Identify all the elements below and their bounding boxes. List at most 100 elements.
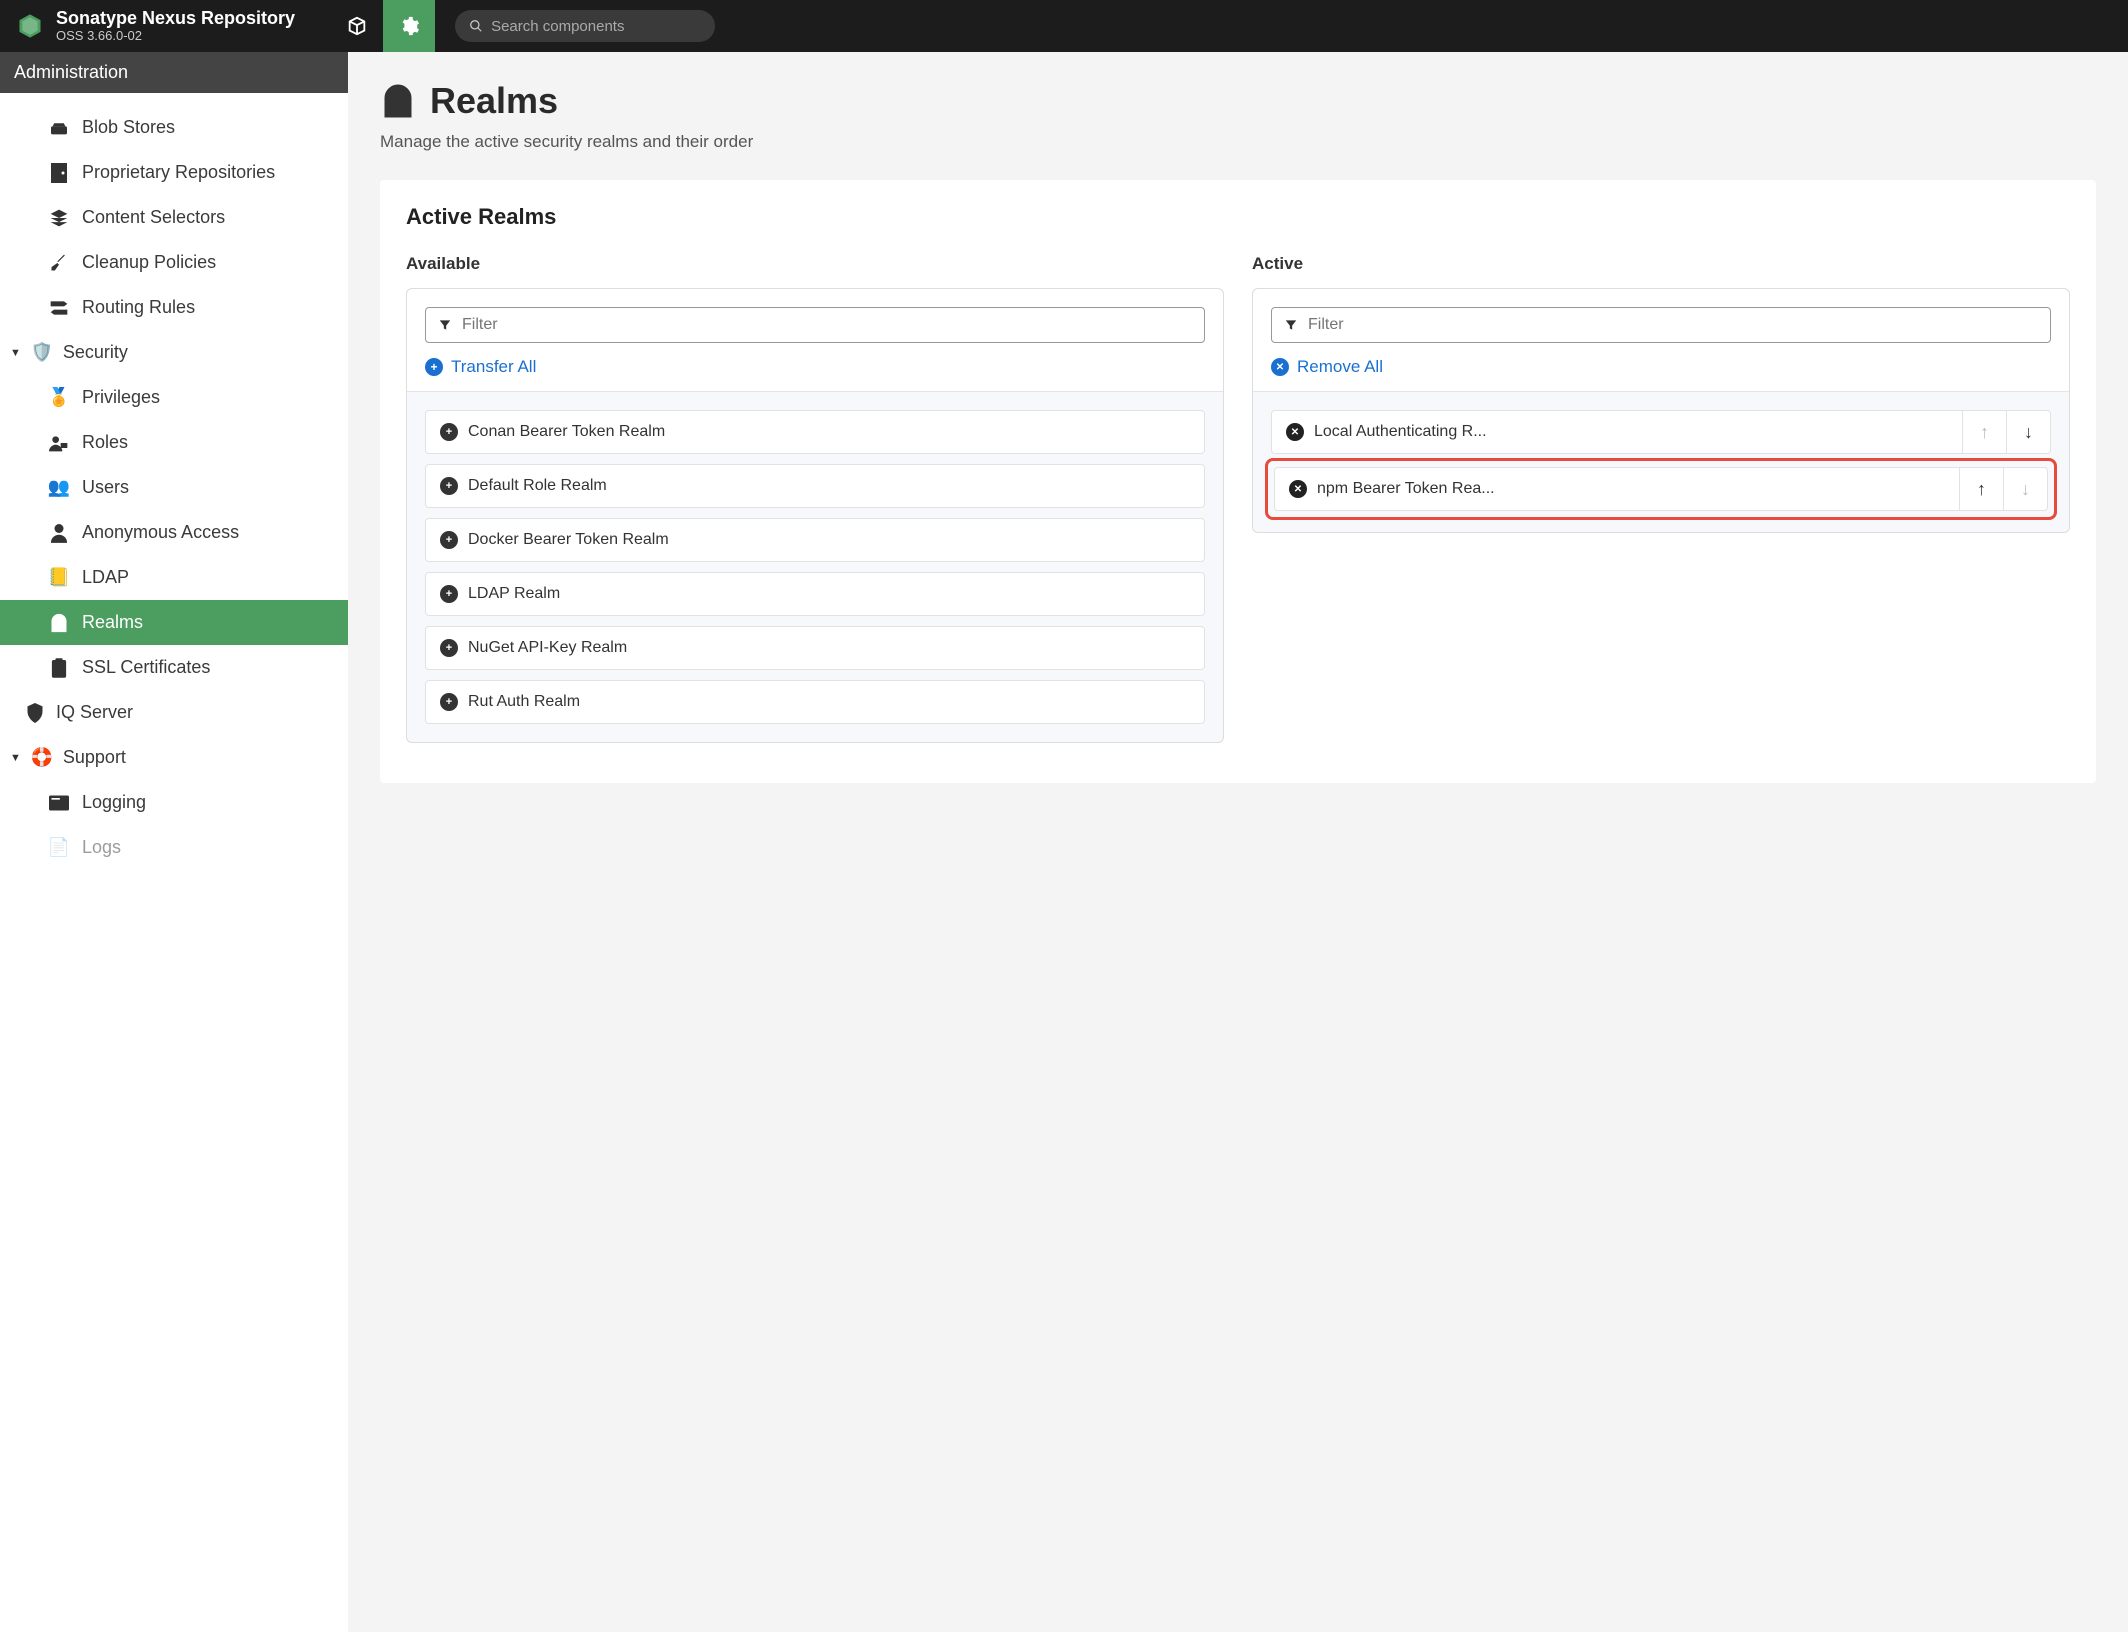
remove-icon: ✕ (1286, 423, 1304, 441)
available-realm-item[interactable]: +Rut Auth Realm (425, 680, 1205, 724)
sidebar-label: Anonymous Access (82, 522, 239, 543)
browse-button[interactable] (331, 0, 383, 52)
add-icon: + (440, 531, 458, 549)
logs-icon: 📄 (48, 837, 70, 858)
sidebar-item-logs[interactable]: 📄 Logs (0, 825, 348, 870)
anonymous-icon (48, 523, 70, 543)
sidebar-item-routing-rules[interactable]: Routing Rules (0, 285, 348, 330)
add-icon: + (440, 639, 458, 657)
sidebar-label: Logging (82, 792, 146, 813)
realms-icon (48, 613, 70, 633)
realm-label: Default Role Realm (468, 477, 607, 495)
add-icon: + (440, 477, 458, 495)
page-subtitle: Manage the active security realms and th… (380, 132, 2096, 152)
available-filter-input[interactable] (462, 316, 1192, 334)
main-content: Realms Manage the active security realms… (348, 52, 2128, 1632)
realm-label: Conan Bearer Token Realm (468, 423, 665, 441)
sidebar-label: LDAP (82, 567, 129, 588)
sidebar-label: Proprietary Repositories (82, 162, 275, 183)
caret-down-icon: ▼ (10, 347, 21, 359)
sidebar-label: Content Selectors (82, 207, 225, 228)
sidebar-item-logging[interactable]: Logging (0, 780, 348, 825)
available-realm-item[interactable]: +NuGet API-Key Realm (425, 626, 1205, 670)
sidebar-label: Realms (82, 612, 143, 633)
active-label: Active (1252, 254, 2070, 274)
sidebar-label: Roles (82, 432, 128, 453)
active-realm-item: ✕ Local Authenticating R... ↑↓ (1271, 410, 2051, 454)
sidebar-group-support[interactable]: ▼ 🛟 Support (0, 735, 348, 780)
search-input[interactable] (491, 18, 701, 35)
add-icon: + (440, 423, 458, 441)
realms-panel: Active Realms Available (380, 180, 2096, 783)
move-down-button[interactable]: ↓ (2006, 411, 2050, 453)
sidebar-label: Logs (82, 837, 121, 858)
sidebar-label: Routing Rules (82, 297, 195, 318)
sidebar-item-blob-stores[interactable]: Blob Stores (0, 105, 348, 150)
realms-page-icon (380, 83, 416, 119)
available-realm-item[interactable]: + Docker Bearer Token Realm (425, 518, 1205, 562)
active-realm-item: ✕npm Bearer Token Rea...↑↓ (1274, 467, 2048, 511)
available-realm-item[interactable]: + Default Role Realm (425, 464, 1205, 508)
page-title: Realms (430, 80, 558, 122)
realm-label: Docker Bearer Token Realm (468, 531, 669, 549)
filter-icon (438, 318, 452, 332)
available-column: Available + Transfer All (406, 254, 1224, 743)
active-column: Active ✕ Remove All (1252, 254, 2070, 743)
sidebar-item-iq-server[interactable]: IQ Server (0, 690, 348, 735)
remove-all-button[interactable]: ✕ Remove All (1271, 357, 2051, 377)
sidebar-label: Cleanup Policies (82, 252, 216, 273)
search-box[interactable] (455, 10, 715, 42)
sidebar-group-security[interactable]: ▼ 🛡️ Security (0, 330, 348, 375)
panel-title: Active Realms (406, 204, 2070, 230)
sidebar-label: Users (82, 477, 129, 498)
sidebar-item-users[interactable]: 👥 Users (0, 465, 348, 510)
app-header: Sonatype Nexus Repository OSS 3.66.0-02 (0, 0, 2128, 52)
clipboard-icon (48, 658, 70, 678)
nexus-logo-icon (16, 12, 44, 40)
transfer-all-button[interactable]: + Transfer All (425, 357, 1205, 377)
sidebar-item-ssl-certificates[interactable]: SSL Certificates (0, 645, 348, 690)
brand: Sonatype Nexus Repository OSS 3.66.0-02 (0, 9, 311, 43)
broom-icon (48, 253, 70, 273)
available-realm-item[interactable]: + Conan Bearer Token Realm (425, 410, 1205, 454)
move-up-button[interactable]: ↑ (1959, 468, 2003, 510)
caret-down-icon: ▼ (10, 752, 21, 764)
sidebar-item-privileges[interactable]: 🏅 Privileges (0, 375, 348, 420)
transfer-all-label: Transfer All (451, 357, 536, 377)
shield-icon (24, 703, 46, 723)
sidebar: Administration Blob Stores Proprietary R… (0, 52, 348, 1632)
move-up-button: ↑ (1962, 411, 2006, 453)
sidebar-item-realms[interactable]: Realms (0, 600, 348, 645)
sidebar-item-content-selectors[interactable]: Content Selectors (0, 195, 348, 240)
sidebar-item-roles[interactable]: Roles (0, 420, 348, 465)
logging-icon (48, 795, 70, 811)
app-version: OSS 3.66.0-02 (56, 29, 295, 43)
sidebar-label: IQ Server (56, 702, 133, 723)
lifebuoy-icon: 🛟 (31, 747, 53, 768)
app-title: Sonatype Nexus Repository (56, 9, 295, 29)
layers-icon (48, 208, 70, 228)
sidebar-item-anonymous-access[interactable]: Anonymous Access (0, 510, 348, 555)
available-filter[interactable] (425, 307, 1205, 343)
sidebar-label: SSL Certificates (82, 657, 210, 678)
active-filter[interactable] (1271, 307, 2051, 343)
sidebar-item-proprietary-repositories[interactable]: Proprietary Repositories (0, 150, 348, 195)
active-realm-label-area[interactable]: ✕ Local Authenticating R... (1272, 411, 1962, 453)
active-filter-input[interactable] (1308, 316, 2038, 334)
sidebar-item-cleanup-policies[interactable]: Cleanup Policies (0, 240, 348, 285)
add-icon: + (440, 693, 458, 711)
search-icon (469, 19, 483, 33)
security-icon: 🛡️ (31, 342, 53, 363)
signpost-icon (48, 299, 70, 317)
highlighted-realm: ✕npm Bearer Token Rea...↑↓ (1265, 458, 2057, 520)
admin-gear-button[interactable] (383, 0, 435, 52)
active-realm-label-area[interactable]: ✕npm Bearer Token Rea... (1275, 468, 1959, 510)
available-realm-item[interactable]: +LDAP Realm (425, 572, 1205, 616)
realm-label: Local Authenticating R... (1314, 423, 1487, 441)
door-icon (48, 163, 70, 183)
sidebar-label: Blob Stores (82, 117, 175, 138)
sidebar-item-ldap[interactable]: 📒 LDAP (0, 555, 348, 600)
filter-icon (1284, 318, 1298, 332)
realm-label: npm Bearer Token Rea... (1317, 480, 1495, 498)
sidebar-group-label: Support (63, 747, 126, 768)
